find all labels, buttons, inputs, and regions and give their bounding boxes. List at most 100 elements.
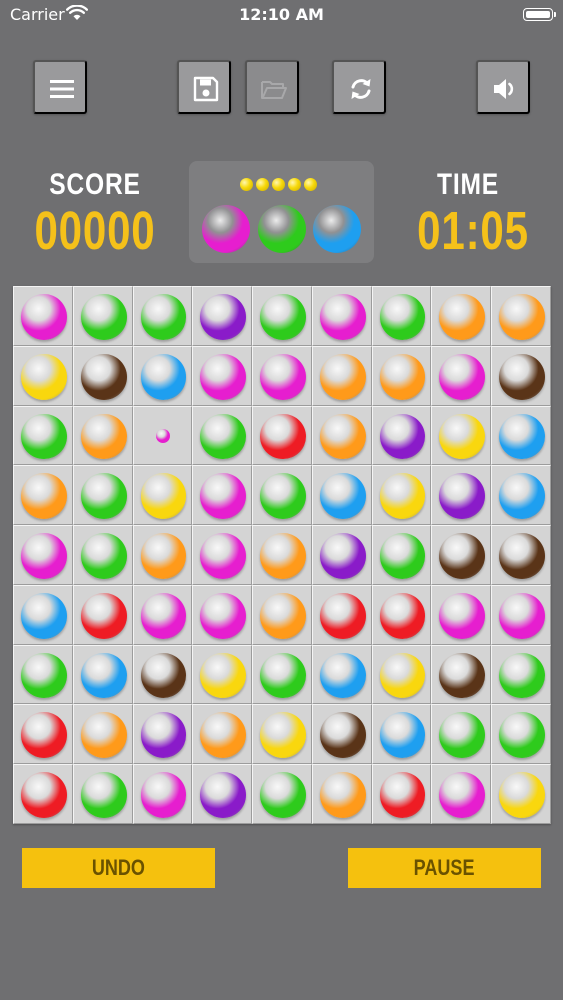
menu-button[interactable] — [33, 60, 87, 114]
ball-magenta[interactable] — [439, 772, 486, 818]
board-cell[interactable] — [431, 525, 492, 585]
ball-orange[interactable] — [260, 592, 306, 639]
board-cell[interactable] — [132, 704, 193, 765]
ball-blue[interactable] — [499, 473, 545, 520]
board-cell[interactable] — [371, 465, 432, 526]
board-cell[interactable] — [371, 286, 432, 346]
ball-orange[interactable] — [439, 294, 486, 340]
ball-yellow[interactable] — [21, 353, 67, 400]
board-cell[interactable] — [431, 345, 492, 406]
ball-orange[interactable] — [260, 533, 306, 579]
ball-blue[interactable] — [80, 652, 127, 699]
board-cell[interactable] — [252, 644, 312, 705]
board-cell[interactable] — [311, 764, 372, 824]
board-cell[interactable] — [132, 644, 193, 705]
ball-green[interactable] — [80, 533, 127, 579]
board-cell[interactable] — [431, 286, 492, 346]
ball-green[interactable] — [21, 413, 67, 460]
ball-orange[interactable] — [319, 413, 366, 460]
board-cell[interactable] — [72, 704, 133, 765]
board-cell[interactable] — [311, 465, 372, 526]
ball-yellow[interactable] — [140, 473, 187, 520]
ball-brown[interactable] — [439, 533, 486, 579]
ball-magenta[interactable] — [439, 592, 486, 639]
board-cell[interactable] — [132, 405, 193, 466]
board-cell[interactable] — [371, 405, 432, 466]
ball-orange[interactable] — [80, 712, 127, 759]
board-cell[interactable] — [13, 644, 73, 705]
board-cell[interactable] — [13, 584, 73, 645]
board-cell[interactable] — [13, 764, 73, 824]
ball-green[interactable] — [499, 712, 545, 759]
board-cell[interactable] — [72, 286, 133, 346]
ball-magenta[interactable] — [200, 533, 247, 579]
ball-red[interactable] — [21, 772, 67, 818]
ball-orange[interactable] — [80, 413, 127, 460]
board-cell[interactable] — [192, 704, 253, 765]
ball-brown[interactable] — [499, 533, 545, 579]
board-cell[interactable] — [72, 345, 133, 406]
board-cell[interactable] — [431, 764, 492, 824]
board-cell[interactable] — [371, 764, 432, 824]
ball-orange[interactable] — [140, 533, 187, 579]
board-cell[interactable] — [13, 345, 73, 406]
ball-orange[interactable] — [499, 294, 545, 340]
ball-green[interactable] — [260, 473, 306, 520]
ball-brown[interactable] — [80, 353, 127, 400]
board-cell[interactable] — [491, 764, 551, 824]
board-cell[interactable] — [491, 465, 551, 526]
ball-magenta[interactable] — [200, 592, 247, 639]
ball-green[interactable] — [439, 712, 486, 759]
board-cell[interactable] — [371, 584, 432, 645]
ball-red[interactable] — [80, 592, 127, 639]
board-cell[interactable] — [311, 704, 372, 765]
ball-magenta[interactable] — [439, 353, 486, 400]
small-ball-magenta[interactable] — [156, 429, 171, 444]
board-cell[interactable] — [192, 405, 253, 466]
ball-magenta[interactable] — [200, 473, 247, 520]
ball-yellow[interactable] — [260, 712, 306, 759]
ball-yellow[interactable] — [499, 772, 545, 818]
ball-green[interactable] — [200, 413, 247, 460]
board-cell[interactable] — [192, 345, 253, 406]
ball-green[interactable] — [379, 294, 426, 340]
board-cell[interactable] — [132, 764, 193, 824]
ball-orange[interactable] — [379, 353, 426, 400]
ball-purple[interactable] — [379, 413, 426, 460]
ball-green[interactable] — [140, 294, 187, 340]
sound-button[interactable] — [476, 60, 530, 114]
board-cell[interactable] — [13, 704, 73, 765]
ball-yellow[interactable] — [379, 652, 426, 699]
ball-green[interactable] — [80, 473, 127, 520]
board-cell[interactable] — [192, 525, 253, 585]
ball-blue[interactable] — [140, 353, 187, 400]
board-cell[interactable] — [13, 525, 73, 585]
ball-yellow[interactable] — [439, 413, 486, 460]
board-cell[interactable] — [491, 345, 551, 406]
board-cell[interactable] — [491, 525, 551, 585]
board-cell[interactable] — [72, 465, 133, 526]
board-cell[interactable] — [311, 405, 372, 466]
ball-purple[interactable] — [200, 294, 247, 340]
board-cell[interactable] — [72, 584, 133, 645]
board-cell[interactable] — [252, 465, 312, 526]
board-cell[interactable] — [192, 764, 253, 824]
board-cell[interactable] — [311, 584, 372, 645]
board-cell[interactable] — [252, 704, 312, 765]
board-cell[interactable] — [311, 345, 372, 406]
ball-orange[interactable] — [319, 353, 366, 400]
ball-brown[interactable] — [439, 652, 486, 699]
board-cell[interactable] — [13, 465, 73, 526]
board-cell[interactable] — [132, 525, 193, 585]
ball-green[interactable] — [21, 652, 67, 699]
board-cell[interactable] — [491, 286, 551, 346]
ball-red[interactable] — [379, 772, 426, 818]
undo-button[interactable]: UNDO — [22, 848, 215, 888]
board-cell[interactable] — [192, 584, 253, 645]
ball-blue[interactable] — [319, 652, 366, 699]
ball-brown[interactable] — [140, 652, 187, 699]
board-cell[interactable] — [132, 345, 193, 406]
ball-orange[interactable] — [200, 712, 247, 759]
board-cell[interactable] — [132, 286, 193, 346]
ball-green[interactable] — [80, 772, 127, 818]
